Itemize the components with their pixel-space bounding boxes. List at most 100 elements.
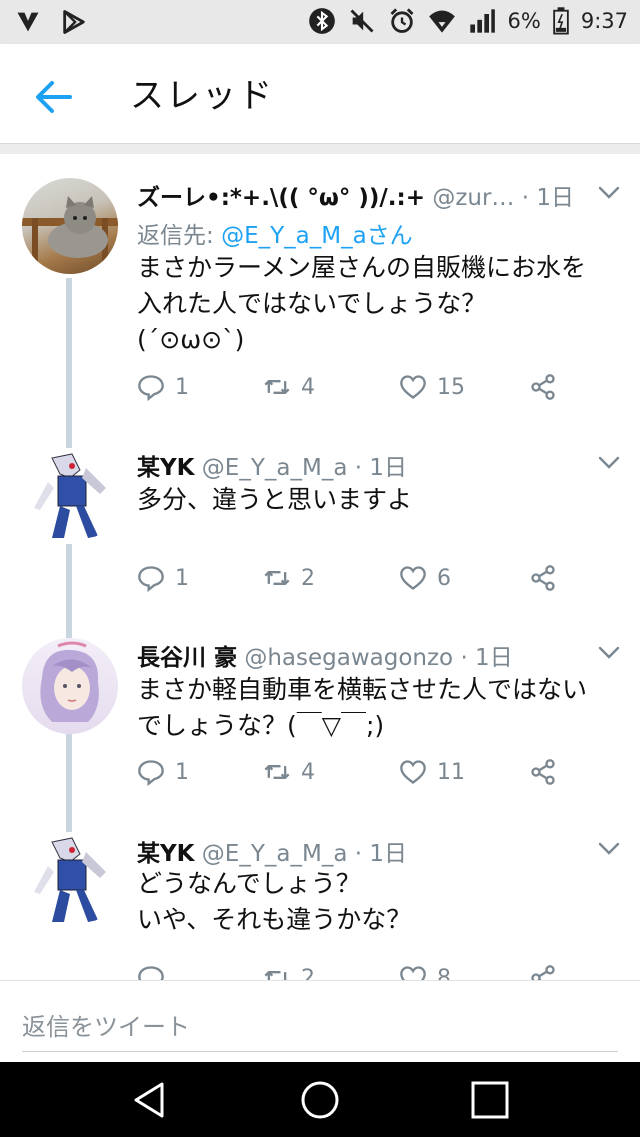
nav-home-icon[interactable] xyxy=(300,1080,340,1120)
chevron-down-icon[interactable] xyxy=(598,186,620,200)
reply-count: 1 xyxy=(175,759,189,785)
retweet-icon xyxy=(264,571,290,585)
thread-connector xyxy=(66,734,72,824)
tweet[interactable]: ズーレ•:*+.\(( °ω° ))/.:+ @zur… · 1日 返信先: @… xyxy=(0,154,640,434)
retweet-button[interactable]: 2 xyxy=(263,564,315,592)
like-button[interactable]: 8 xyxy=(399,964,451,980)
mute-icon xyxy=(350,9,373,33)
heart-icon xyxy=(400,375,426,399)
clock: 9:37 xyxy=(580,9,628,33)
retweet-icon xyxy=(264,765,290,779)
input-underline xyxy=(22,1051,618,1052)
retweet-count: 2 xyxy=(301,965,315,981)
reply-icon xyxy=(138,375,164,401)
share-button[interactable] xyxy=(529,564,557,592)
tweet-header: ズーレ•:*+.\(( °ω° ))/.:+ @zur… · 1日 xyxy=(137,178,574,212)
chevron-down-icon[interactable] xyxy=(598,842,620,856)
thread-connector xyxy=(66,434,72,448)
share-button[interactable] xyxy=(529,373,557,401)
back-arrow-icon[interactable] xyxy=(30,74,76,120)
retweet-button[interactable]: 2 xyxy=(263,964,315,980)
system-nav-bar xyxy=(0,1062,640,1137)
like-button[interactable]: 6 xyxy=(399,564,451,592)
user-handle[interactable]: @zur… xyxy=(432,185,514,211)
tweet[interactable]: 某YK @E_Y_a_M_a · 1日 どうなんでしょう？ いや、それも違うかな… xyxy=(0,824,640,980)
share-button[interactable] xyxy=(529,758,557,786)
reply-compose-bar[interactable]: 返信をツイート xyxy=(0,980,640,1062)
avatar-cat[interactable] xyxy=(22,178,118,274)
chevron-down-icon[interactable] xyxy=(598,646,620,660)
reply-to-line: 返信先: @E_Y_a_M_aさん xyxy=(137,216,413,250)
share-icon xyxy=(531,965,555,980)
user-handle[interactable]: @E_Y_a_M_a xyxy=(202,455,348,481)
share-icon xyxy=(531,759,555,785)
tweet-text: 多分、違うと思いますよ xyxy=(137,485,413,514)
tweet-text: まさか軽自動車を横転させた人ではない でしょうな？(￣▽￣;) xyxy=(137,675,588,740)
thread-list[interactable]: ズーレ•:*+.\(( °ω° ))/.:+ @zur… · 1日 返信先: @… xyxy=(0,154,640,980)
tweet-actions: 1 4 11 xyxy=(137,758,577,788)
reply-button[interactable] xyxy=(137,964,175,980)
thread-connector xyxy=(66,278,72,434)
tweet[interactable]: 長谷川 豪 @hasegawagonzo · 1日 まさか軽自動車を横転させた人… xyxy=(0,624,640,824)
status-bar: 6% 9:37 xyxy=(0,0,640,44)
retweet-count: 4 xyxy=(301,374,315,400)
signal-icon xyxy=(469,9,495,33)
like-count: 8 xyxy=(437,965,451,981)
tweet-actions: 1 2 6 xyxy=(137,564,577,594)
timestamp: · 1日 xyxy=(354,455,407,481)
tweet-text: まさかラーメン屋さんの自販機にお水を 入れた人ではないでしょうな？ (´⊙ω⊙`… xyxy=(137,253,587,354)
like-button[interactable]: 11 xyxy=(399,758,465,786)
user-handle[interactable]: @hasegawagonzo xyxy=(244,645,453,671)
reply-icon xyxy=(138,760,164,786)
like-button[interactable]: 15 xyxy=(399,373,465,401)
play-store-icon xyxy=(63,10,85,34)
battery-icon xyxy=(553,7,569,35)
timestamp: · 1日 xyxy=(521,185,574,211)
reply-button[interactable]: 1 xyxy=(137,373,189,401)
retweet-count: 4 xyxy=(301,759,315,785)
like-count: 11 xyxy=(437,759,465,785)
avatar-robot[interactable] xyxy=(22,832,118,928)
heart-icon xyxy=(400,966,426,980)
avatar-anime[interactable] xyxy=(22,638,118,734)
reply-icon xyxy=(138,566,164,592)
display-name[interactable]: 長谷川 豪 xyxy=(137,645,237,671)
user-handle[interactable]: @E_Y_a_M_a xyxy=(202,841,348,867)
display-name[interactable]: ズーレ•:*+.\(( °ω° ))/.:+ xyxy=(137,185,425,211)
notification-icon xyxy=(17,12,39,32)
reply-count: 1 xyxy=(175,374,189,400)
retweet-count: 2 xyxy=(301,565,315,591)
display-name[interactable]: 某YK xyxy=(137,841,194,867)
retweet-button[interactable]: 4 xyxy=(263,373,315,401)
bluetooth-icon xyxy=(308,8,335,34)
timestamp: · 1日 xyxy=(354,841,407,867)
reply-input[interactable]: 返信をツイート xyxy=(22,1007,190,1042)
tweet-header: 長谷川 豪 @hasegawagonzo · 1日 xyxy=(137,638,513,672)
tweet[interactable]: 某YK @E_Y_a_M_a · 1日 多分、違うと思いますよ 1 2 6 xyxy=(0,434,640,624)
heart-icon xyxy=(400,760,426,784)
display-name[interactable]: 某YK xyxy=(137,455,194,481)
tweet-header: 某YK @E_Y_a_M_a · 1日 xyxy=(137,448,407,482)
retweet-button[interactable]: 4 xyxy=(263,758,315,786)
reply-button[interactable]: 1 xyxy=(137,564,189,592)
retweet-icon xyxy=(264,971,289,980)
timestamp: · 1日 xyxy=(460,645,513,671)
app-header: スレッド xyxy=(0,44,640,144)
chevron-down-icon[interactable] xyxy=(598,456,620,470)
share-icon xyxy=(531,374,555,400)
tweet-actions: 2 8 xyxy=(137,964,577,980)
share-button[interactable] xyxy=(529,964,557,980)
like-count: 6 xyxy=(437,565,451,591)
nav-recents-icon[interactable] xyxy=(470,1080,510,1120)
reply-mention[interactable]: @E_Y_a_M_aさん xyxy=(221,223,413,249)
tweet-text: どうなんでしょう？ いや、それも違うかな？ xyxy=(137,869,412,934)
retweet-icon xyxy=(264,380,290,394)
alarm-icon xyxy=(390,8,413,33)
thread-connector xyxy=(66,624,72,638)
avatar-robot[interactable] xyxy=(22,448,118,544)
reply-count: 1 xyxy=(175,565,189,591)
header-divider xyxy=(0,144,640,154)
nav-back-icon[interactable] xyxy=(130,1080,170,1120)
battery-percent: 6% xyxy=(507,9,541,33)
reply-button[interactable]: 1 xyxy=(137,758,189,786)
